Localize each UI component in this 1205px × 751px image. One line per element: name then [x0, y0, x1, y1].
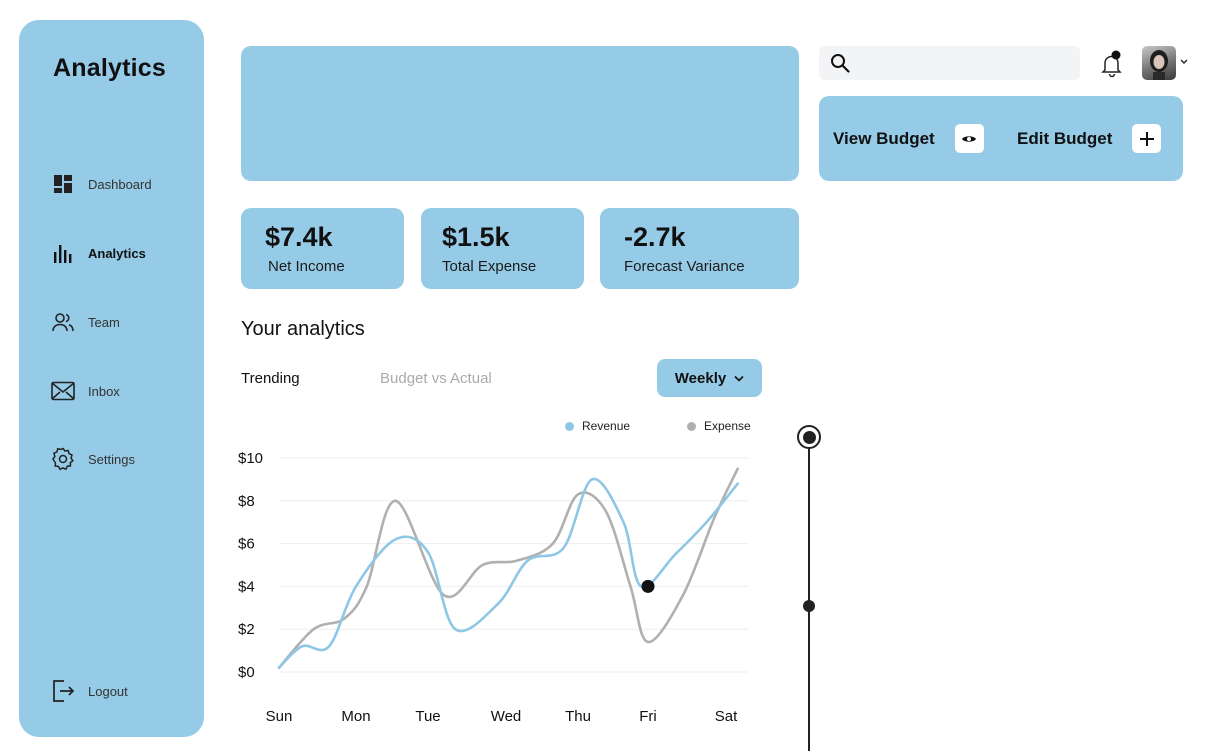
y-tick-label: $2 [238, 621, 255, 638]
series-line-revenue [277, 477, 739, 670]
avatar[interactable] [1142, 46, 1176, 80]
sidebar-item-settings[interactable]: Settings [51, 447, 135, 471]
sidebar-item-analytics[interactable]: Analytics [51, 241, 146, 265]
stat-label: Forecast Variance [624, 258, 745, 275]
legend-revenue: Revenue [565, 419, 630, 433]
sidebar-item-label: Analytics [88, 245, 146, 261]
x-tick-label: Tue [415, 708, 440, 725]
mail-icon [51, 379, 75, 403]
timeline-start-handle[interactable] [797, 425, 821, 449]
stat-card-forecast-variance: -2.7k Forecast Variance [600, 208, 799, 289]
team-icon [51, 310, 75, 334]
y-tick-label: $0 [238, 664, 255, 681]
search-input[interactable] [858, 55, 1078, 71]
edit-budget-label: Edit Budget [1017, 128, 1113, 148]
y-tick-label: $8 [238, 493, 255, 510]
x-tick-label: Sun [266, 708, 293, 725]
stat-label: Net Income [268, 258, 345, 275]
app-title: Analytics [53, 54, 166, 82]
edit-budget-button[interactable]: Edit Budget [1017, 124, 1162, 153]
budget-card: View Budget Edit Budget [819, 96, 1183, 181]
y-tick-label: $10 [238, 450, 263, 467]
view-budget-label: View Budget [833, 128, 935, 148]
x-tick-label: Fri [639, 708, 657, 725]
bell-icon [1101, 50, 1122, 78]
analytics-line-chart: $0 $2 $4 $6 $8 $10 Sun Mon Tue Wed Thu Fri Sat [238, 450, 748, 725]
tab-trending[interactable]: Trending [241, 370, 300, 387]
chevron-down-icon[interactable] [1180, 57, 1188, 68]
sidebar-item-team[interactable]: Team [51, 310, 120, 334]
y-tick-label: $4 [238, 578, 255, 595]
stat-value: $7.4k [265, 222, 333, 252]
stat-card-total-expense: $1.5k Total Expense [421, 208, 584, 289]
notification-button[interactable] [1099, 50, 1125, 78]
stat-label: Total Expense [442, 258, 537, 275]
dashboard-icon [51, 172, 75, 196]
timeline-knob[interactable] [803, 600, 815, 612]
gear-icon [51, 447, 75, 471]
x-tick-label: Sat [715, 708, 738, 725]
legend-swatch [687, 421, 696, 431]
legend-expense: Expense [687, 419, 751, 433]
sidebar-item-label: Dashboard [88, 176, 152, 192]
chevron-down-icon [734, 375, 744, 382]
plus-icon [1132, 124, 1162, 153]
stat-card-net-income: $7.4k Net Income [241, 208, 404, 289]
logout-icon [51, 679, 75, 703]
bar-chart-icon [51, 241, 75, 265]
period-dropdown[interactable]: Weekly [657, 359, 762, 397]
legend-swatch [565, 421, 574, 431]
sidebar-item-dashboard[interactable]: Dashboard [51, 172, 152, 196]
series-line-expense [277, 467, 739, 670]
x-tick-label: Thu [565, 708, 591, 725]
stat-value: -2.7k [624, 222, 686, 252]
tab-budget-vs-actual[interactable]: Budget vs Actual [380, 370, 492, 387]
hero-banner [241, 46, 799, 181]
sidebar-item-inbox[interactable]: Inbox [51, 379, 120, 403]
search-icon [831, 54, 850, 73]
sidebar-item-label: Team [88, 314, 120, 330]
legend-label: Expense [704, 419, 751, 433]
x-tick-label: Mon [341, 708, 370, 725]
eye-icon [954, 124, 984, 153]
logout-label: Logout [88, 683, 128, 699]
section-title: Your analytics [241, 318, 365, 340]
legend-label: Revenue [582, 419, 631, 433]
x-tick-label: Wed [491, 708, 522, 725]
period-label: Weekly [674, 369, 727, 387]
sidebar: Analytics Dashboard Analytics Team Inbox… [19, 20, 204, 737]
search-bar[interactable] [819, 46, 1080, 80]
logout-button[interactable]: Logout [51, 679, 128, 703]
sidebar-item-label: Inbox [88, 383, 120, 399]
timeline-track [808, 436, 810, 751]
view-budget-button[interactable]: View Budget [833, 124, 984, 153]
sidebar-item-label: Settings [88, 451, 135, 467]
stat-value: $1.5k [442, 222, 510, 252]
y-tick-label: $6 [238, 536, 255, 553]
highlight-point[interactable] [641, 579, 655, 593]
